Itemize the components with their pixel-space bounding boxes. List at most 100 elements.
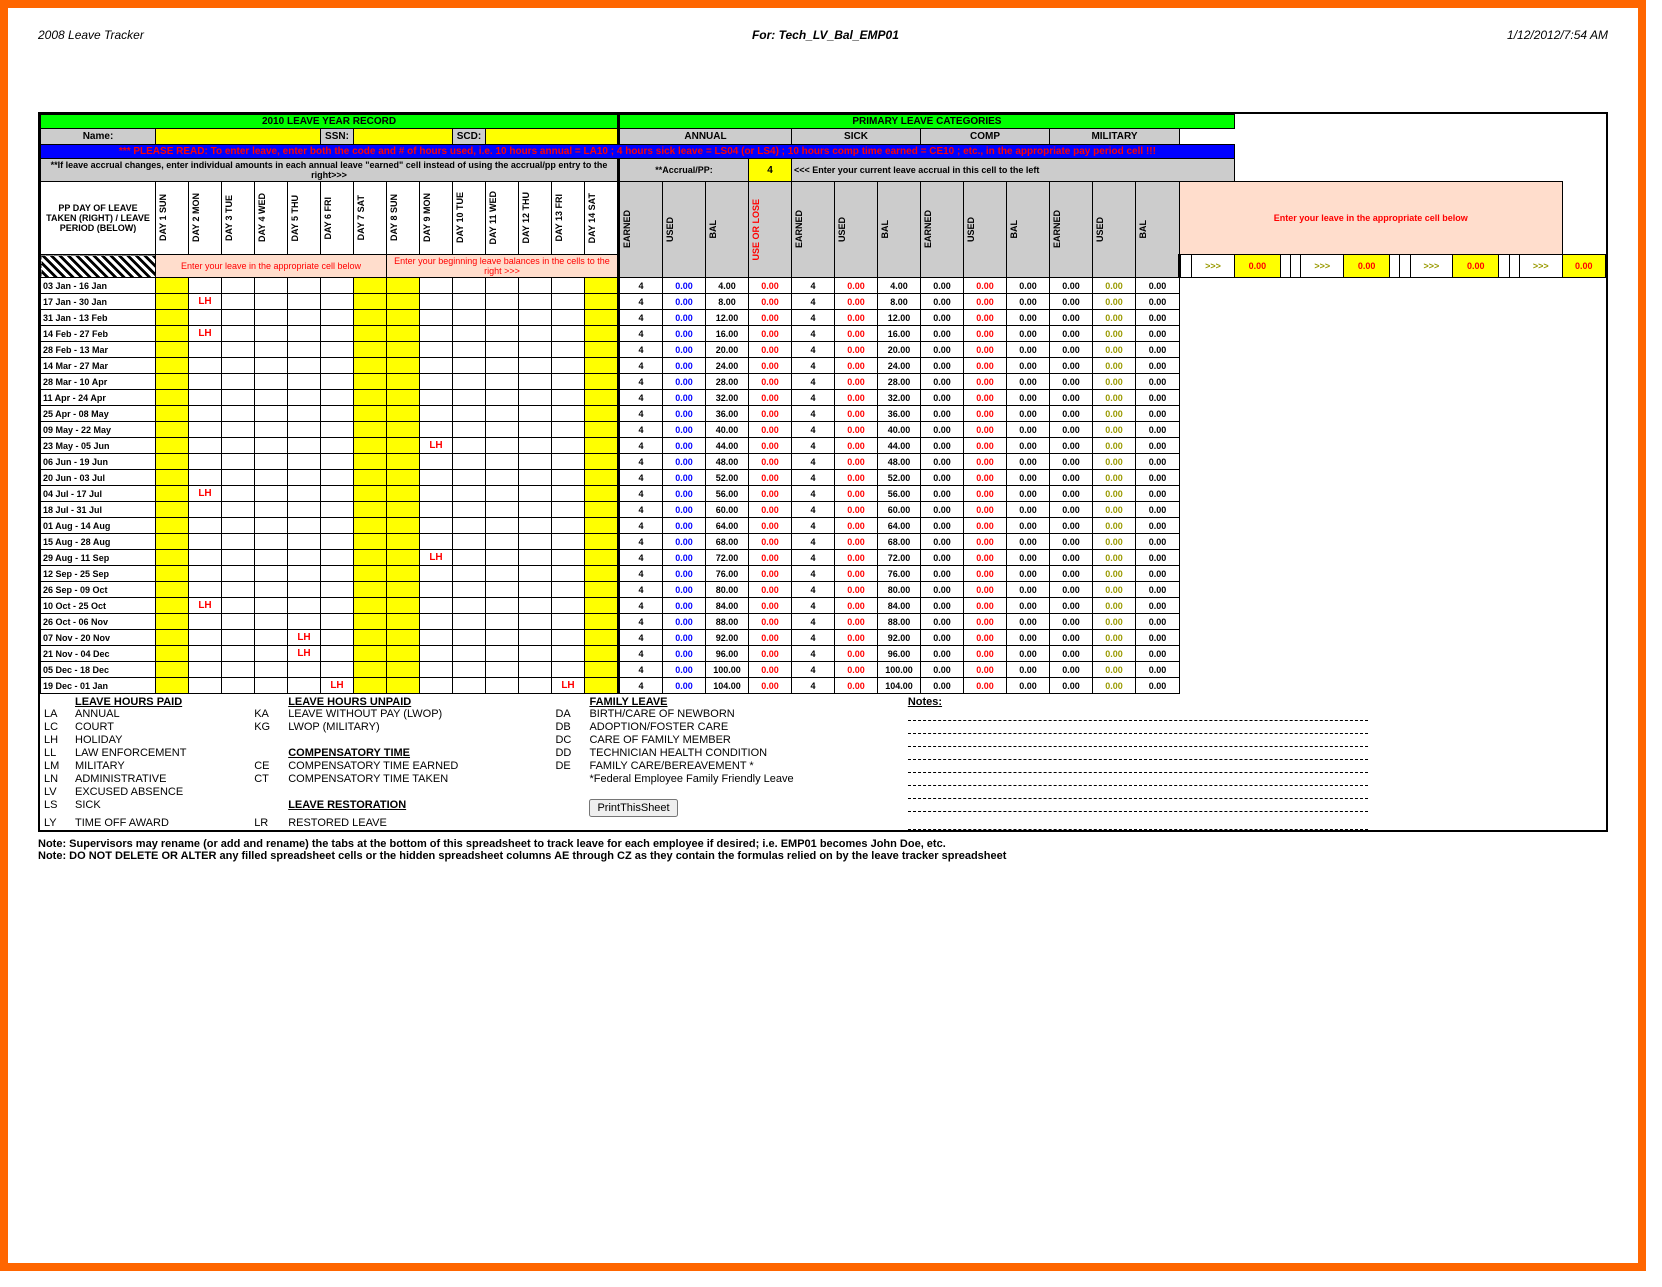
init-bal-5[interactable]: >>> (1301, 255, 1344, 278)
leave-cell[interactable] (585, 310, 619, 326)
leave-cell[interactable] (387, 486, 420, 502)
leave-cell[interactable] (321, 550, 354, 566)
leave-cell[interactable] (354, 326, 387, 342)
leave-cell[interactable] (288, 518, 321, 534)
leave-cell[interactable]: LH (420, 550, 453, 566)
leave-cell[interactable] (585, 358, 619, 374)
leave-cell[interactable] (585, 342, 619, 358)
leave-cell[interactable] (189, 566, 222, 582)
leave-cell[interactable] (519, 630, 552, 646)
leave-cell[interactable] (354, 582, 387, 598)
leave-cell[interactable] (585, 614, 619, 630)
leave-cell[interactable] (453, 678, 486, 694)
leave-cell[interactable] (420, 582, 453, 598)
leave-cell[interactable] (420, 470, 453, 486)
leave-cell[interactable] (585, 454, 619, 470)
init-bal-10[interactable]: 0.00 (1453, 255, 1499, 278)
leave-cell[interactable] (420, 278, 453, 294)
leave-cell[interactable] (288, 294, 321, 310)
leave-cell[interactable] (222, 502, 255, 518)
leave-cell[interactable] (354, 550, 387, 566)
leave-cell[interactable] (486, 374, 519, 390)
leave-cell[interactable] (189, 614, 222, 630)
leave-cell[interactable] (420, 454, 453, 470)
leave-cell[interactable] (354, 342, 387, 358)
leave-cell[interactable] (189, 534, 222, 550)
leave-cell[interactable] (453, 470, 486, 486)
leave-cell[interactable] (255, 422, 288, 438)
leave-cell[interactable] (156, 454, 189, 470)
leave-cell[interactable] (255, 454, 288, 470)
leave-cell[interactable] (156, 278, 189, 294)
leave-cell[interactable] (552, 454, 585, 470)
leave-cell[interactable] (321, 582, 354, 598)
leave-cell[interactable] (552, 342, 585, 358)
leave-cell[interactable] (222, 678, 255, 694)
leave-cell[interactable] (486, 678, 519, 694)
leave-cell[interactable] (486, 294, 519, 310)
leave-cell[interactable] (321, 502, 354, 518)
leave-cell[interactable] (255, 294, 288, 310)
leave-cell[interactable] (255, 630, 288, 646)
leave-cell[interactable] (255, 278, 288, 294)
leave-cell[interactable] (420, 310, 453, 326)
leave-cell[interactable] (552, 502, 585, 518)
leave-cell[interactable] (189, 310, 222, 326)
leave-cell[interactable] (354, 470, 387, 486)
leave-cell[interactable] (585, 582, 619, 598)
leave-cell[interactable] (156, 326, 189, 342)
leave-cell[interactable] (321, 518, 354, 534)
leave-cell[interactable] (321, 326, 354, 342)
leave-cell[interactable] (420, 662, 453, 678)
leave-cell[interactable] (189, 518, 222, 534)
leave-cell[interactable] (453, 646, 486, 662)
leave-cell[interactable] (585, 646, 619, 662)
leave-cell[interactable] (156, 502, 189, 518)
leave-cell[interactable] (585, 534, 619, 550)
leave-cell[interactable] (420, 678, 453, 694)
leave-cell[interactable] (255, 342, 288, 358)
print-button[interactable]: PrintThisSheet (589, 799, 677, 817)
accrual-value[interactable]: 4 (749, 159, 792, 182)
init-bal-2[interactable]: 0.00 (1234, 255, 1280, 278)
leave-cell[interactable] (519, 358, 552, 374)
leave-cell[interactable] (222, 534, 255, 550)
leave-cell[interactable] (255, 582, 288, 598)
leave-cell[interactable] (354, 502, 387, 518)
leave-cell[interactable] (321, 470, 354, 486)
leave-cell[interactable] (420, 390, 453, 406)
leave-cell[interactable] (321, 374, 354, 390)
leave-cell[interactable] (255, 614, 288, 630)
leave-cell[interactable] (453, 454, 486, 470)
leave-cell[interactable] (321, 406, 354, 422)
leave-cell[interactable] (288, 598, 321, 614)
leave-cell[interactable] (189, 438, 222, 454)
leave-cell[interactable] (255, 358, 288, 374)
leave-cell[interactable] (387, 454, 420, 470)
leave-cell[interactable] (288, 486, 321, 502)
leave-cell[interactable] (552, 470, 585, 486)
leave-cell[interactable] (519, 406, 552, 422)
leave-cell[interactable] (288, 406, 321, 422)
init-bal-14[interactable]: 0.00 (1562, 255, 1605, 278)
leave-cell[interactable] (519, 566, 552, 582)
leave-cell[interactable] (255, 374, 288, 390)
leave-cell[interactable] (354, 662, 387, 678)
leave-cell[interactable] (255, 662, 288, 678)
leave-cell[interactable] (387, 598, 420, 614)
leave-cell[interactable] (222, 374, 255, 390)
leave-cell[interactable] (189, 422, 222, 438)
leave-cell[interactable] (486, 406, 519, 422)
leave-cell[interactable] (486, 390, 519, 406)
leave-cell[interactable] (486, 358, 519, 374)
leave-cell[interactable] (321, 534, 354, 550)
leave-cell[interactable] (519, 326, 552, 342)
leave-cell[interactable] (420, 326, 453, 342)
leave-cell[interactable] (453, 550, 486, 566)
leave-cell[interactable] (255, 678, 288, 694)
leave-cell[interactable] (156, 310, 189, 326)
leave-cell[interactable]: LH (189, 486, 222, 502)
leave-cell[interactable] (288, 566, 321, 582)
leave-cell[interactable] (288, 550, 321, 566)
leave-cell[interactable] (387, 310, 420, 326)
